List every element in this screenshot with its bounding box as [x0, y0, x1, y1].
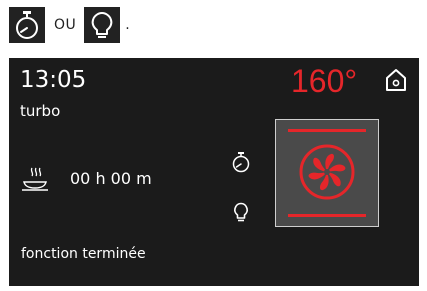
timer-icon [16, 11, 38, 39]
legend-row: OU . [9, 7, 130, 43]
dish-icon [22, 167, 48, 191]
turbo-fan-button[interactable] [275, 119, 379, 227]
home-icon [386, 69, 406, 91]
temperature-value[interactable]: 160° [291, 61, 357, 101]
home-button[interactable] [383, 67, 409, 93]
timer-icon [232, 152, 250, 173]
cooking-mode: turbo [20, 102, 61, 120]
timer-button[interactable] [230, 150, 252, 174]
heating-element-bottom [288, 214, 366, 217]
oven-display: 13:05 turbo 160° 00 h 00 m fonction term… [9, 58, 419, 286]
light-bulb-icon [91, 12, 113, 38]
legend-timer-tile [9, 7, 45, 43]
cooking-duration[interactable]: 00 h 00 m [70, 169, 152, 189]
heating-element-top [288, 129, 366, 132]
legend-light-tile [84, 7, 121, 43]
clock-time: 13:05 [20, 67, 87, 93]
turbo-fan-icon [299, 144, 355, 200]
status-message: fonction terminée [21, 246, 146, 262]
light-button[interactable] [231, 201, 251, 223]
light-bulb-icon [234, 202, 248, 222]
legend-or-text: OU [54, 17, 77, 33]
legend-period: . [125, 17, 130, 33]
